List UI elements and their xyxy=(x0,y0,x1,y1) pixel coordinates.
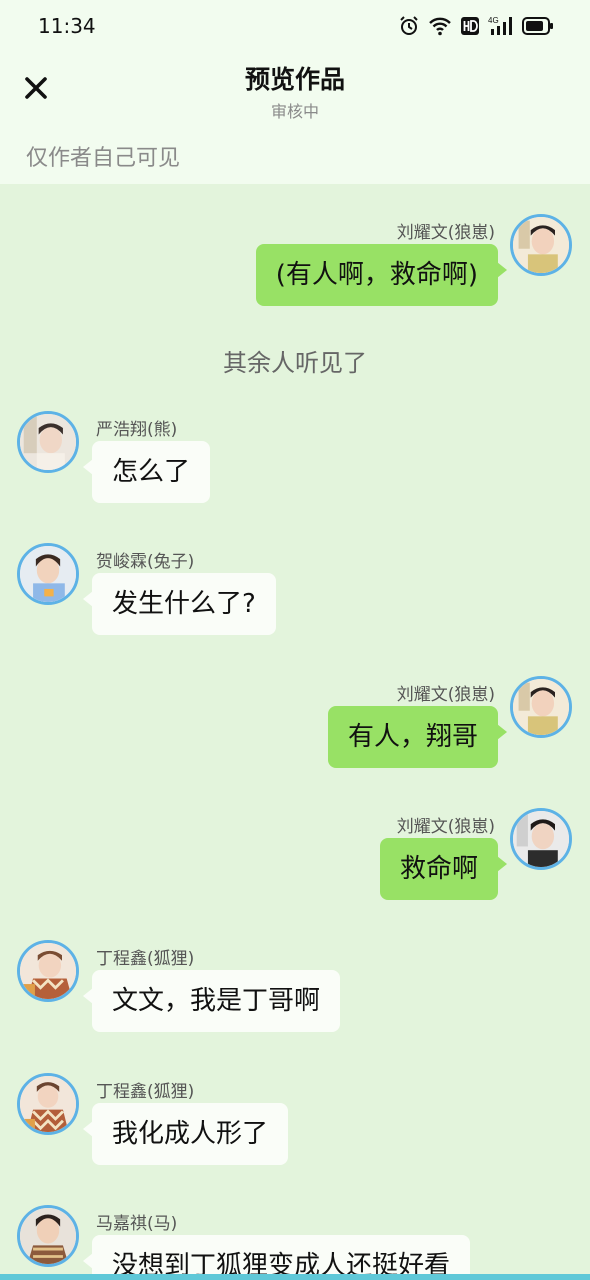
review-status: 审核中 xyxy=(270,102,319,121)
sender-name: 马嘉祺(马) xyxy=(96,1214,178,1234)
message-bubble[interactable]: 有人，翔哥 xyxy=(327,706,508,768)
avatar[interactable] xyxy=(510,676,572,738)
wifi-icon xyxy=(428,16,452,36)
battery-icon xyxy=(522,17,554,35)
avatar[interactable] xyxy=(17,543,79,605)
message-bubble[interactable]: 怎么了 xyxy=(82,441,211,503)
bottom-edge-bar xyxy=(0,1274,590,1280)
sender-name: 丁程鑫(狐狸) xyxy=(96,949,195,969)
message-bubble[interactable]: 文文，我是丁哥啊 xyxy=(82,970,341,1032)
sender-name: 严浩翔(熊) xyxy=(96,420,178,440)
sender-name: 刘耀文(狼崽) xyxy=(396,223,495,243)
avatar[interactable] xyxy=(17,940,79,1002)
status-bar: 11:34 4G xyxy=(0,0,590,52)
status-icons: 4G xyxy=(398,14,554,38)
message-bubble[interactable]: 我化成人形了 xyxy=(82,1103,289,1165)
page-title: 预览作品 xyxy=(244,65,345,94)
avatar[interactable] xyxy=(510,808,572,870)
message-bubble[interactable]: (有人啊，救命啊) xyxy=(255,244,508,306)
visibility-note: 仅作者自己可见 xyxy=(26,146,181,171)
svg-text:4G: 4G xyxy=(488,16,499,25)
avatar[interactable] xyxy=(17,1205,79,1267)
sender-name: 贺峻霖(兔子) xyxy=(96,552,195,572)
avatar[interactable] xyxy=(17,1073,79,1135)
avatar[interactable] xyxy=(510,214,572,276)
alarm-icon xyxy=(398,15,420,37)
hd-icon xyxy=(460,16,480,36)
message-bubble[interactable]: 发生什么了? xyxy=(83,573,276,635)
sender-name: 刘耀文(狼崽) xyxy=(396,817,495,837)
message-bubble[interactable]: 救命啊 xyxy=(379,838,508,900)
narration-text: 其余人听见了 xyxy=(223,349,367,377)
sender-name: 刘耀文(狼崽) xyxy=(396,685,495,705)
4g-signal-icon: 4G xyxy=(488,15,514,37)
status-time: 11:34 xyxy=(38,14,96,38)
sender-name: 丁程鑫(狐狸) xyxy=(96,1082,195,1102)
header-region: 11:34 4G 预览作品 审核中 仅作者自己可见 xyxy=(0,0,590,184)
avatar[interactable] xyxy=(17,411,79,473)
